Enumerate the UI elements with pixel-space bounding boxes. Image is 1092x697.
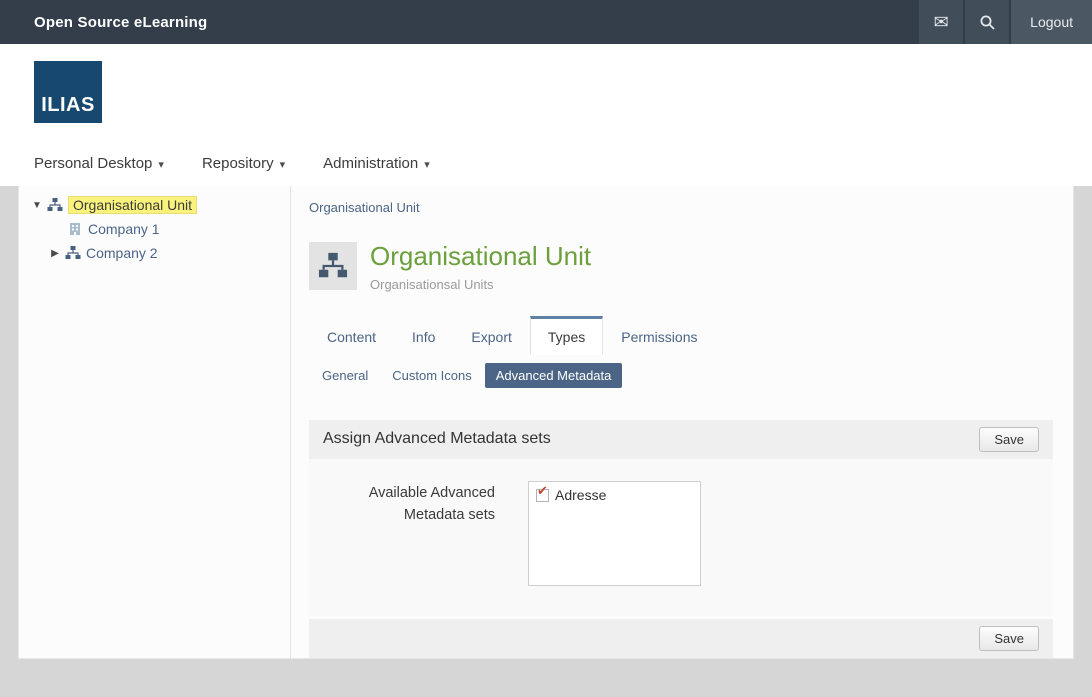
expand-icon[interactable]: ▶ (47, 248, 63, 259)
save-button-bottom[interactable]: Save (979, 626, 1039, 651)
chevron-down-icon: ▾ (424, 156, 430, 171)
content-card: ▼ Organisational Unit (18, 186, 1074, 659)
subtab-bar: General Custom Icons Advanced Metadata (309, 363, 1053, 388)
nav-label: Repository (202, 155, 274, 172)
orgunit-object-icon (309, 242, 357, 290)
panel-body: Available Advanced Metadata sets ✔ Adres… (309, 459, 1053, 616)
subtab-general[interactable]: General (311, 363, 379, 388)
ilias-logo-text: ILIAS (41, 94, 95, 123)
chevron-down-icon: ▾ (280, 156, 286, 171)
tree-row-organisational-unit: ▼ Organisational Unit (19, 193, 290, 217)
header: ILIAS (0, 44, 1092, 140)
main-content: Organisational Unit Organisational Unit … (291, 186, 1073, 658)
search-icon (979, 14, 996, 31)
page-subtitle: Organisationsal Units (370, 277, 591, 292)
app-title: Open Source eLearning (0, 14, 917, 31)
assign-metadata-panel: Assign Advanced Metadata sets Save Avail… (309, 420, 1053, 658)
checkbox-label: Adresse (555, 487, 606, 503)
tab-bar: Content Info Export Types Permissions (309, 316, 1053, 355)
tree-item-organisational-unit[interactable]: Organisational Unit (68, 196, 197, 214)
title-block: Organisational Unit Organisationsal Unit… (309, 242, 1053, 292)
breadcrumb[interactable]: Organisational Unit (309, 200, 420, 215)
tree-panel: ▼ Organisational Unit (19, 186, 291, 658)
subtab-custom-icons[interactable]: Custom Icons (381, 363, 482, 388)
nav-personal-desktop[interactable]: Personal Desktop ▾ (34, 155, 164, 172)
category-icon (67, 221, 83, 237)
page-title: Organisational Unit (370, 242, 591, 272)
chevron-down-icon: ▾ (158, 156, 164, 171)
save-button-top[interactable]: Save (979, 427, 1039, 452)
nav-label: Administration (323, 155, 418, 172)
topbar-actions: ✉ Logout (917, 0, 1092, 44)
mail-icon: ✉ (934, 12, 949, 33)
tab-info[interactable]: Info (394, 316, 453, 355)
ilias-logo[interactable]: ILIAS (34, 61, 102, 123)
page-body: ▼ Organisational Unit (0, 186, 1092, 659)
nav-administration[interactable]: Administration ▾ (323, 155, 430, 172)
metadata-set-option[interactable]: ✔ Adresse (536, 487, 693, 503)
collapse-icon[interactable]: ▼ (29, 200, 45, 211)
nav-label: Personal Desktop (34, 155, 152, 172)
panel-title: Assign Advanced Metadata sets (323, 430, 551, 448)
checkbox-adresse[interactable]: ✔ (536, 489, 549, 502)
logout-button[interactable]: Logout (1011, 0, 1092, 44)
tree-item-company-2[interactable]: Company 2 (86, 245, 158, 261)
metadata-set-listbox: ✔ Adresse (528, 481, 701, 586)
panel-header: Assign Advanced Metadata sets Save (309, 420, 1053, 459)
search-button[interactable] (965, 0, 1009, 44)
tab-permissions[interactable]: Permissions (603, 316, 715, 355)
tab-types[interactable]: Types (530, 316, 603, 355)
nav-repository[interactable]: Repository ▾ (202, 155, 285, 172)
subtab-advanced-metadata[interactable]: Advanced Metadata (485, 363, 623, 388)
title-texts: Organisational Unit Organisationsal Unit… (370, 242, 591, 292)
top-bar: Open Source eLearning ✉ Logout (0, 0, 1092, 44)
field-label: Available Advanced Metadata sets (323, 481, 495, 586)
tree-item-company-1[interactable]: Company 1 (88, 221, 160, 237)
tree-row-company-1: Company 1 (19, 217, 290, 241)
mail-button[interactable]: ✉ (919, 0, 963, 44)
orgunit-icon (65, 245, 81, 261)
orgunit-icon (47, 197, 63, 213)
tab-content[interactable]: Content (309, 316, 394, 355)
main-nav: Personal Desktop ▾ Repository ▾ Administ… (0, 140, 1092, 186)
panel-footer: Save (309, 619, 1053, 658)
tree-row-company-2: ▶ Company 2 (19, 241, 290, 265)
tab-export[interactable]: Export (453, 316, 529, 355)
checkmark-icon: ✔ (537, 484, 548, 497)
